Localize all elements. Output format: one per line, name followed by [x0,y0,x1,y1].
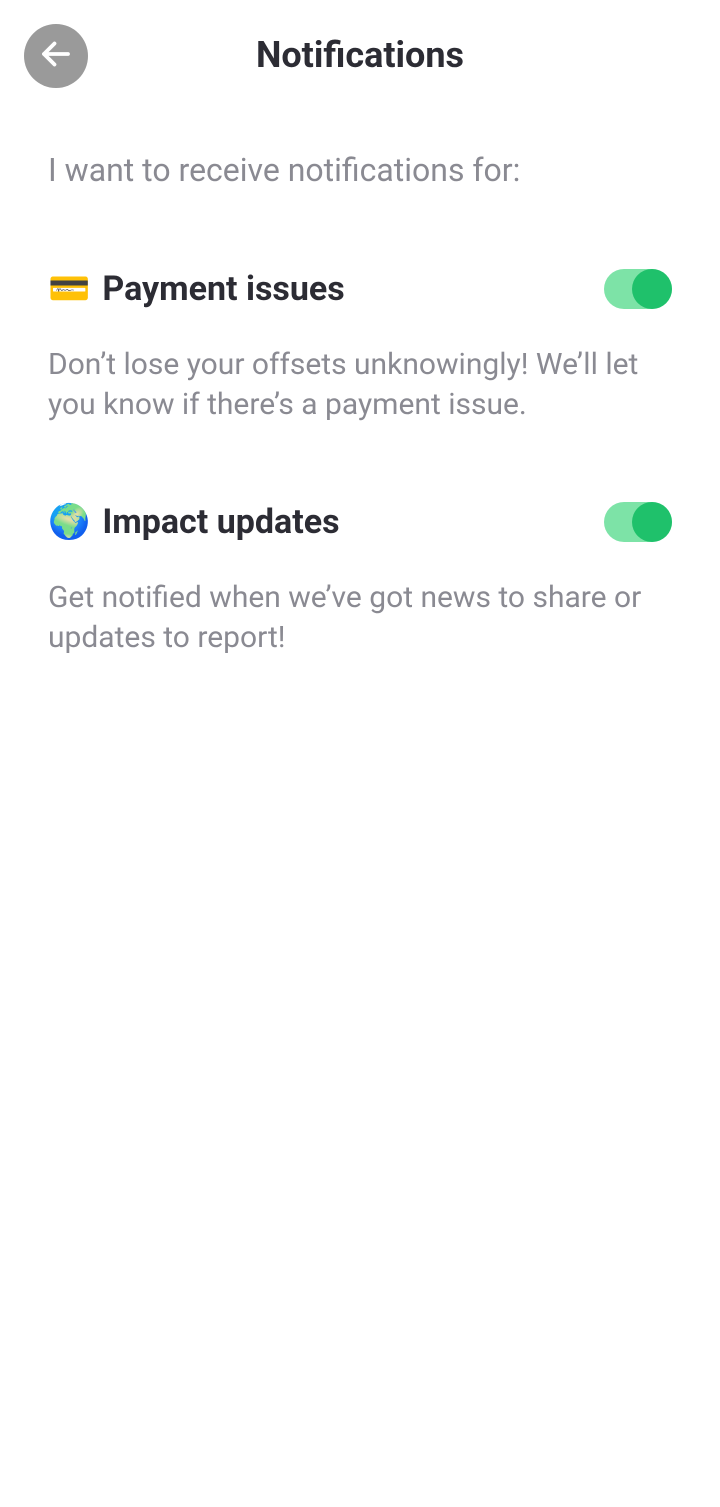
setting-title-label: Payment issues [102,269,344,309]
setting-description: Don’t lose your offsets unknowingly! We’… [48,345,672,426]
arrow-left-icon [38,36,74,76]
globe-icon: 🌍 [48,505,90,539]
setting-impact-updates: 🌍 Impact updates Get notified when we’ve… [48,502,672,659]
setting-header: 💳 Payment issues [48,269,672,309]
toggle-payment-issues[interactable] [604,269,672,309]
setting-description: Get notified when we’ve got news to shar… [48,578,672,659]
setting-title-label: Impact updates [102,502,339,542]
intro-text: I want to receive notifications for: [48,148,672,193]
setting-header: 🌍 Impact updates [48,502,672,542]
credit-card-icon: 💳 [48,272,90,306]
setting-title-wrap: 🌍 Impact updates [48,502,340,542]
content: I want to receive notifications for: 💳 P… [0,110,720,659]
toggle-impact-updates[interactable] [604,502,672,542]
setting-title-wrap: 💳 Payment issues [48,269,345,309]
toggle-knob [632,502,672,542]
back-button[interactable] [24,24,88,88]
setting-payment-issues: 💳 Payment issues Don’t lose your offsets… [48,269,672,426]
page-title: Notifications [256,34,464,76]
header: Notifications [0,0,720,110]
toggle-knob [632,269,672,309]
